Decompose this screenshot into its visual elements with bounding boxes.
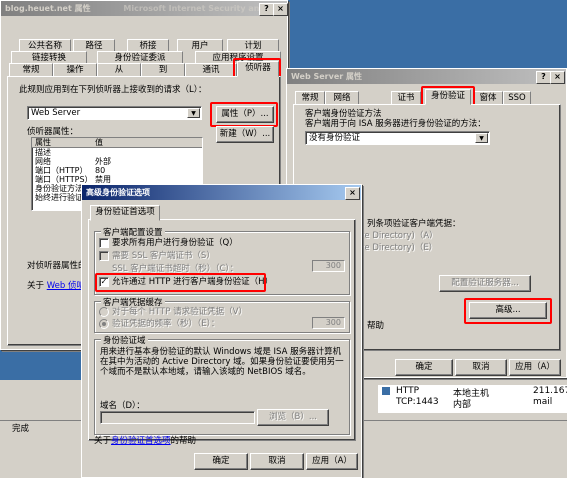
- list-cell: mail: [533, 397, 553, 407]
- require-ssl-checkbox[interactable]: [99, 251, 109, 261]
- props-row: 网络 外部: [32, 157, 202, 166]
- status-text: 完成: [12, 424, 30, 434]
- props-row: 端口（HTTPS） 禁用: [32, 175, 202, 184]
- tab-from[interactable]: 从: [97, 63, 141, 77]
- help-suffix: 帮助: [367, 321, 385, 331]
- tab-general[interactable]: 常规: [295, 91, 325, 105]
- list-cell: 内部: [453, 400, 472, 410]
- props-row: 描述: [32, 148, 202, 157]
- rule-properties-titlebar: blog.heuet.net 属性 Microsoft Internet Sec…: [1, 1, 287, 16]
- configure-validation-servers-button[interactable]: 配置验证服务器...: [439, 275, 531, 292]
- prop-value: 禁用: [95, 175, 111, 184]
- domain-description: 用来进行基本身份验证的默认 Windows 域是 ISA 服务器计算机在其中为活…: [100, 347, 344, 377]
- list-cell: 211.167: [533, 386, 567, 396]
- help-icon[interactable]: ?: [259, 3, 274, 16]
- validate-each-request-radio[interactable]: [99, 307, 109, 317]
- props-header: 属性 值: [32, 138, 202, 148]
- require-ssl-label: 需要 SSL 客户端证书（S）: [112, 251, 215, 261]
- prop-value: 80: [95, 166, 106, 175]
- about-prefix: 关于: [27, 281, 45, 291]
- auth-method-prompt: 客户端用于向 ISA 服务器进行身份验证的方法：: [305, 119, 486, 129]
- auth-method-select[interactable]: 没有身份验证 ▼: [305, 131, 490, 145]
- props-row: 端口（HTTP） 80: [32, 166, 202, 175]
- ssl-timeout-field[interactable]: 300: [312, 260, 345, 272]
- tab-forms[interactable]: 窗体: [473, 91, 503, 105]
- cancel-button[interactable]: 取消: [455, 359, 507, 376]
- console-list: HTTP 本地主机 211.167 TCP:1443 内部 mail: [378, 385, 567, 413]
- tab-listener[interactable]: 侦听器: [237, 61, 279, 77]
- ok-button[interactable]: 确定: [395, 359, 453, 376]
- about-suffix: 的帮助: [170, 436, 197, 446]
- tab-sso[interactable]: SSO: [503, 91, 531, 105]
- dialog-title: 高级身份验证选项: [86, 188, 150, 197]
- validate-hint: 列条项验证客户端凭据：: [367, 219, 461, 229]
- ok-button[interactable]: 确定: [194, 453, 248, 470]
- advanced-auth-options-dialog: 高级身份验证选项 × 身份验证首选项 客户端配置设置 要求所有用户进行身份验证（…: [81, 184, 362, 478]
- auth-method-value: 没有身份验证: [309, 133, 361, 143]
- ssl-timeout-label: SSL 客户端证书超时（秒）（C）：: [112, 264, 239, 274]
- tab-auth-preferences[interactable]: 身份验证首选项: [90, 205, 160, 221]
- window-title: Web Server 属性: [291, 72, 362, 81]
- chevron-down-icon[interactable]: ▼: [187, 108, 200, 118]
- tab-certificates[interactable]: 证书: [391, 91, 421, 105]
- apply-button[interactable]: 应用（A）: [306, 453, 358, 470]
- prop-name: 端口（HTTPS）: [35, 175, 93, 184]
- browse-button[interactable]: 浏览（B）...: [257, 409, 329, 426]
- props-header-cell: 属性: [35, 138, 51, 147]
- prop-name: 网络: [35, 157, 51, 166]
- listener-props-note: 对侦听器属性的: [27, 261, 87, 271]
- domain-name-input[interactable]: [100, 411, 255, 424]
- prop-name: 描述: [35, 148, 51, 157]
- prop-name: 端口（HTTP）: [35, 166, 88, 175]
- advanced-button[interactable]: 高级...: [469, 302, 547, 319]
- apply-button[interactable]: 应用（A）: [509, 359, 561, 376]
- auth-preferences-help-link[interactable]: 身份验证首选项: [111, 436, 171, 446]
- validate-frequency-radio[interactable]: [99, 319, 109, 329]
- about-prefix: 关于: [94, 436, 112, 446]
- close-icon[interactable]: ×: [345, 187, 360, 200]
- close-icon[interactable]: ×: [550, 71, 565, 84]
- help-icon[interactable]: ?: [536, 71, 551, 84]
- listener-prompt: 此规则应用到在下列侦听器上接收到的请求（L）：: [19, 85, 207, 95]
- list-cell: TCP:1443: [396, 397, 439, 407]
- advanced-auth-titlebar: 高级身份验证选项: [82, 185, 361, 200]
- require-all-users-label: 要求所有用户进行身份验证（Q）: [112, 238, 238, 248]
- about-line: 关于 Web 侦听: [27, 279, 85, 291]
- tab-to[interactable]: 到: [141, 63, 185, 77]
- domain-name-label: 域名（D）：: [100, 401, 145, 411]
- prop-value: 外部: [95, 157, 111, 166]
- allow-http-auth-checkbox[interactable]: ✓: [99, 277, 109, 287]
- listener-select[interactable]: Web Server ▼: [27, 106, 202, 120]
- tab-traffic[interactable]: 通讯: [185, 63, 237, 77]
- new-button[interactable]: 新建（W）...: [216, 126, 274, 143]
- cancel-button[interactable]: 取消: [250, 453, 304, 470]
- about-help-line: 关于身份验证首选项的帮助: [94, 434, 196, 446]
- list-row-icon: [382, 387, 390, 395]
- chevron-down-icon[interactable]: ▼: [475, 133, 488, 143]
- tab-general[interactable]: 常规: [9, 63, 53, 77]
- validate-each-request-label: 对于每个 HTTP 请求验证凭据（V）: [112, 307, 247, 317]
- directory-option-1: ive Directory)（A）: [357, 231, 438, 241]
- window-title: blog.heuet.net 属性: [5, 4, 91, 13]
- directory-option-2: ive Directory)（E）: [357, 243, 438, 253]
- close-icon[interactable]: ×: [273, 3, 288, 16]
- tab-authentication[interactable]: 身份验证: [425, 89, 471, 105]
- listener-value: Web Server: [31, 108, 81, 118]
- cache-frequency-field[interactable]: 300: [312, 317, 345, 329]
- props-header-cell: 值: [95, 138, 103, 147]
- web-listener-help-link[interactable]: Web 侦听: [47, 281, 85, 291]
- properties-button[interactable]: 属性（P）...: [216, 106, 274, 123]
- web-server-titlebar: Web Server 属性: [287, 69, 566, 84]
- list-cell: HTTP: [396, 386, 420, 396]
- tab-networks[interactable]: 网络: [325, 91, 359, 105]
- require-all-users-checkbox[interactable]: [99, 238, 109, 248]
- listener-props-label: 侦听器属性：: [27, 127, 79, 137]
- validate-frequency-label: 验证凭据的频率（秒）（E）：: [112, 319, 220, 329]
- tab-action[interactable]: 操作: [53, 63, 97, 77]
- group-title: 身份验证域: [101, 334, 148, 346]
- allow-http-auth-label: 允许通过 HTTP 进行客户端身份验证（H）: [112, 277, 274, 287]
